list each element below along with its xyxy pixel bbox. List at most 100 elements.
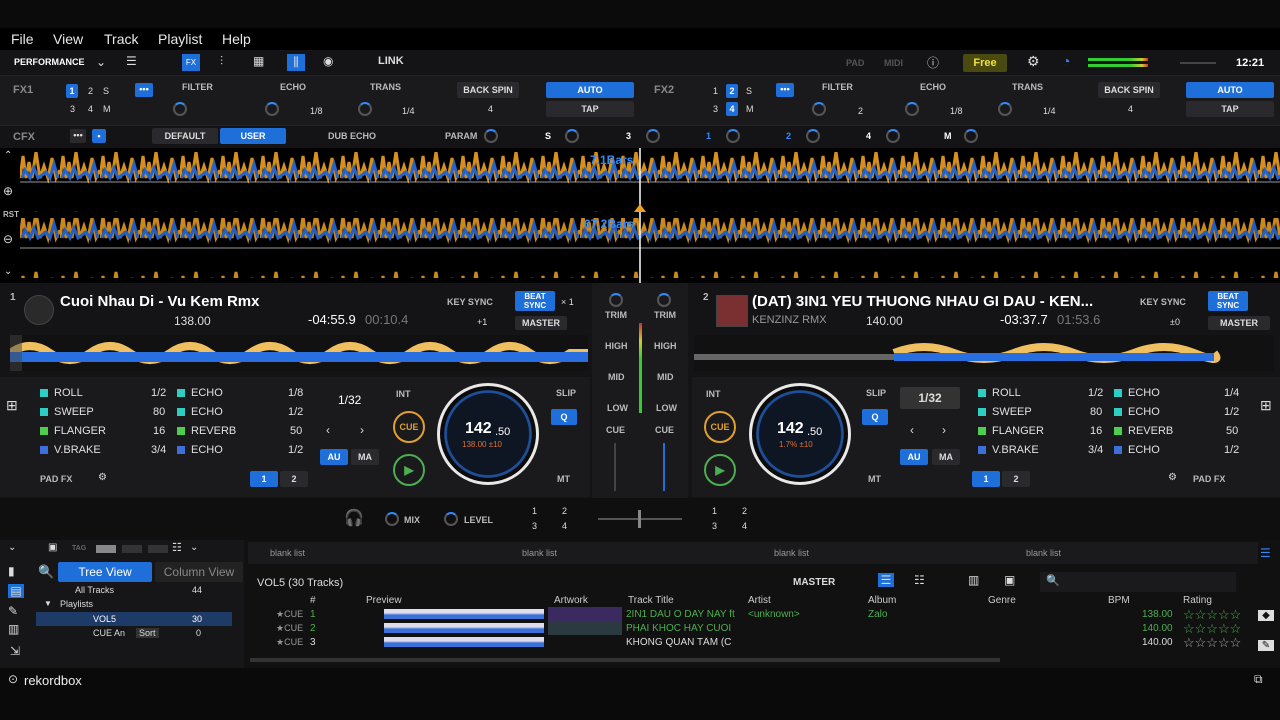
- cfx-knob-2[interactable]: [806, 129, 820, 143]
- cfx-more-button[interactable]: •••: [70, 129, 86, 143]
- fx1-ch3[interactable]: 3: [70, 104, 75, 114]
- fx1-auto-button[interactable]: AUTO: [546, 82, 634, 98]
- fx2-ch1[interactable]: 1: [713, 86, 718, 96]
- trim-knob-1[interactable]: [609, 293, 623, 307]
- chevron-down-icon[interactable]: ⌄: [8, 542, 16, 553]
- deck2-overview-waveform[interactable]: [694, 335, 1274, 371]
- midi-label[interactable]: MIDI: [884, 58, 903, 68]
- fx2-slot3[interactable]: TRANS: [1012, 82, 1043, 92]
- export-icon[interactable]: ⇲: [10, 644, 20, 658]
- deck1-overview-waveform[interactable]: [10, 335, 588, 371]
- deck1-pad-5[interactable]: FLANGER: [40, 425, 106, 437]
- history-icon[interactable]: ▥: [8, 622, 19, 636]
- volume-slider[interactable]: [1180, 62, 1216, 64]
- deck1-pad-6[interactable]: REVERB: [177, 425, 236, 437]
- cfx-user-button[interactable]: USER: [220, 128, 286, 144]
- col-artwork[interactable]: Artwork: [554, 595, 588, 606]
- deck1-padfx[interactable]: PAD FX: [40, 474, 72, 484]
- chevron-down-icon[interactable]: ⌄: [190, 542, 198, 553]
- fx1-ch1[interactable]: 1: [66, 84, 78, 98]
- cue-label-2[interactable]: CUE: [655, 425, 674, 435]
- chevron-down-icon[interactable]: ⌄: [4, 266, 12, 277]
- deck2-keysync[interactable]: KEY SYNC: [1140, 297, 1186, 307]
- search-input[interactable]: [1040, 572, 1236, 592]
- cfx-default-button[interactable]: DEFAULT: [152, 128, 218, 144]
- menu-lines-icon[interactable]: ☰: [126, 54, 137, 68]
- deck2-beatsync[interactable]: BEAT SYNC: [1208, 291, 1248, 311]
- deck1-quantize[interactable]: Q: [551, 409, 577, 425]
- gear-icon[interactable]: ⚙: [1027, 53, 1040, 70]
- grid-icon[interactable]: ▦: [253, 54, 264, 68]
- master-filter[interactable]: MASTER: [793, 577, 835, 588]
- cue-playlist[interactable]: CUE An: [93, 628, 125, 638]
- fx2-ch3[interactable]: 3: [713, 104, 718, 114]
- fx2-ch4[interactable]: 4: [726, 102, 738, 116]
- deck2-master[interactable]: MASTER: [1208, 316, 1270, 330]
- menu-file[interactable]: File: [11, 31, 34, 47]
- tree-view-tab[interactable]: Tree View: [58, 562, 152, 582]
- search-icon[interactable]: 🔍: [1046, 574, 1060, 587]
- columns-icon[interactable]: ▥: [968, 573, 979, 587]
- mix-knob[interactable]: [385, 512, 399, 526]
- deck2-slip[interactable]: SLIP: [866, 388, 886, 398]
- menu-playlist[interactable]: Playlist: [158, 31, 202, 47]
- enlarged-waveforms[interactable]: 7.1Bars 67.2Bars: [20, 148, 1280, 283]
- playlists[interactable]: Playlists: [60, 599, 93, 609]
- fx2-slot2[interactable]: ECHO: [920, 82, 946, 92]
- pad-grid-icon[interactable]: ⊞: [6, 397, 18, 414]
- settings-icon[interactable]: ⚙: [1168, 472, 1177, 483]
- deck2-pad-2[interactable]: ECHO: [1114, 387, 1160, 399]
- reset-button[interactable]: RST: [3, 210, 19, 219]
- deck1-cue-button[interactable]: CUE: [393, 411, 425, 443]
- deck2-mt[interactable]: MT: [868, 474, 881, 484]
- fullscreen-icon[interactable]: ⧉: [1254, 672, 1263, 687]
- col-preview[interactable]: Preview: [366, 595, 402, 606]
- cfx-param-knob[interactable]: [484, 129, 498, 143]
- color-swatch[interactable]: [148, 545, 168, 553]
- col-rating[interactable]: Rating: [1183, 595, 1212, 606]
- deck1-pad-1[interactable]: ROLL: [40, 387, 83, 399]
- plan-badge[interactable]: Free: [963, 54, 1007, 72]
- fx2-knob3[interactable]: [998, 102, 1012, 116]
- fx1-backspin[interactable]: BACK SPIN: [457, 82, 519, 98]
- col-genre[interactable]: Genre: [988, 595, 1016, 606]
- deck2-pad-8[interactable]: ECHO: [1114, 444, 1160, 456]
- chevron-up-icon[interactable]: ⌃: [4, 150, 12, 161]
- fx2-more-button[interactable]: •••: [776, 83, 794, 97]
- trim-knob-2[interactable]: [657, 293, 671, 307]
- xfader-assign-1b[interactable]: 1: [712, 506, 717, 516]
- master-knob-icon[interactable]: ◔: [1062, 53, 1070, 69]
- cfx-dot-button[interactable]: •: [92, 129, 106, 143]
- fx1-ch2[interactable]: 2: [88, 86, 93, 96]
- xfader-assign-1[interactable]: 1: [532, 506, 537, 516]
- fx2-backspin[interactable]: BACK SPIN: [1098, 82, 1160, 98]
- loop-prev-icon[interactable]: ‹: [910, 423, 914, 437]
- fx1-chM[interactable]: M: [103, 104, 111, 114]
- row-preview-wave[interactable]: [384, 623, 544, 633]
- record-icon[interactable]: ◉: [323, 54, 333, 68]
- cfx-knob-1[interactable]: [726, 129, 740, 143]
- cfx-knob-4[interactable]: [886, 129, 900, 143]
- info-icon[interactable]: ⓘ: [927, 54, 939, 71]
- mixer-icon[interactable]: ⫼: [287, 54, 305, 71]
- deck2-padfx[interactable]: PAD FX: [1193, 474, 1225, 484]
- fx1-ch4[interactable]: 4: [88, 104, 93, 114]
- deck1-pad-7[interactable]: V.BRAKE: [40, 444, 101, 456]
- deck2-quantize[interactable]: Q: [862, 409, 888, 425]
- edit-side-icon[interactable]: ✎: [1258, 640, 1274, 651]
- detail-view-icon[interactable]: ☷: [914, 573, 925, 587]
- col-number[interactable]: #: [310, 595, 316, 606]
- fx1-slot3[interactable]: TRANS: [370, 82, 401, 92]
- deck1-pad-4[interactable]: ECHO: [177, 406, 223, 418]
- deck1-play-button[interactable]: ▶: [393, 454, 425, 486]
- deck2-pad-6[interactable]: REVERB: [1114, 425, 1173, 437]
- cfx-knob-3[interactable]: [646, 129, 660, 143]
- deck1-master[interactable]: MASTER: [515, 316, 567, 330]
- settings-icon[interactable]: ⚙: [98, 472, 107, 483]
- link-button[interactable]: LINK: [378, 55, 404, 67]
- vol5-row[interactable]: [36, 612, 232, 626]
- deck1-mt[interactable]: MT: [557, 474, 570, 484]
- rating-stars[interactable]: ☆☆☆☆☆: [1183, 635, 1241, 651]
- fx1-knob2[interactable]: [265, 102, 279, 116]
- deck1-bank-2[interactable]: 2: [280, 471, 308, 487]
